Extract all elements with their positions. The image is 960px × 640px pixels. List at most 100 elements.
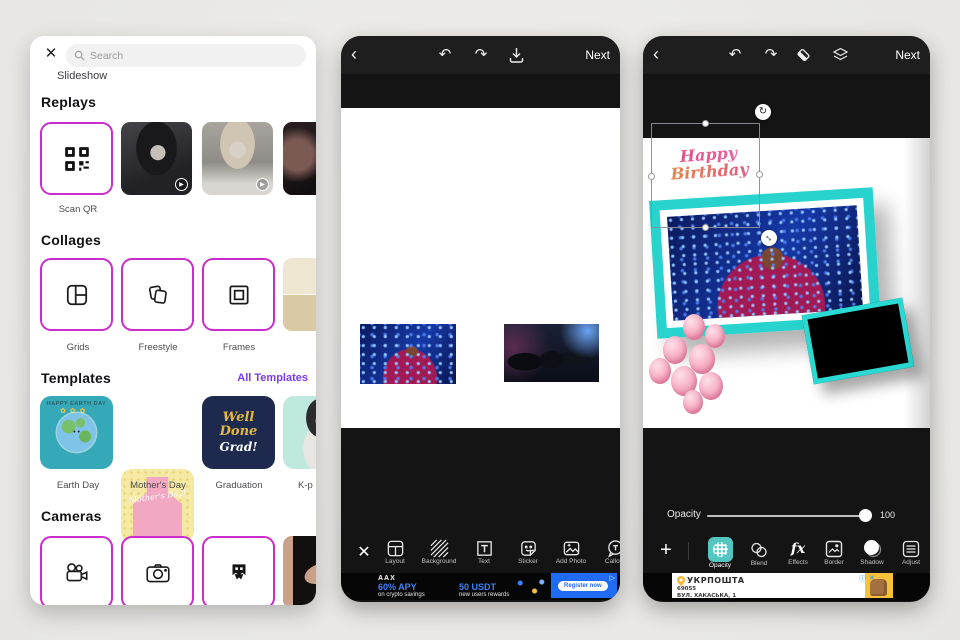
play-icon: ▶ [256, 178, 269, 191]
add-photo-icon [563, 541, 579, 556]
opacity-label: Opacity [667, 509, 701, 520]
camera-thumbnail[interactable] [283, 536, 316, 605]
undo-icon[interactable]: ↶ [726, 46, 744, 64]
tool-callout-label: Callout [604, 558, 620, 565]
earth-day-label: Earth Day [56, 480, 100, 491]
replay-thumbnail[interactable]: ▶ [121, 122, 192, 195]
camera-video-tile[interactable] [40, 536, 113, 605]
tool-text-label: Text [478, 558, 490, 565]
scan-qr-tile[interactable] [40, 122, 113, 195]
tool-adjust-label: Adjust [901, 559, 921, 566]
opacity-slider[interactable] [707, 515, 867, 517]
replay-thumbnail[interactable] [283, 122, 316, 195]
collage-freestyle-tile[interactable] [121, 258, 194, 331]
rotate-handle-icon[interactable]: ↻ [755, 104, 771, 120]
next-button[interactable]: Next [585, 48, 610, 62]
collage-grids-tile[interactable] [40, 258, 113, 331]
tool-text[interactable]: Text [462, 539, 506, 565]
templates-heading: Templates [41, 370, 112, 386]
ad-address: ВУЛ. ХАКАСЬКА, 1 [677, 593, 737, 599]
all-templates-link[interactable]: All Templates [237, 372, 308, 384]
ad-cta-panel[interactable]: ▷ Register now [551, 573, 617, 598]
tool-background[interactable]: Background [417, 539, 461, 565]
redo-icon[interactable]: ↷ [762, 46, 780, 64]
selection-handle-left[interactable] [648, 173, 655, 180]
earth-illustration [57, 413, 96, 452]
tool-layout-label: Layout [385, 558, 405, 565]
ad-sub2: new users rewards [459, 592, 510, 598]
callout-icon [607, 540, 620, 558]
layout-icon [387, 540, 403, 557]
editor-topbar [643, 36, 930, 74]
layers-icon[interactable] [832, 47, 849, 63]
tool-blend[interactable]: Blend [737, 540, 781, 567]
back-icon[interactable]: ‹ [653, 44, 659, 64]
video-camera-icon [66, 562, 87, 581]
play-icon: ▶ [175, 178, 188, 191]
canvas-photo-confetti[interactable] [360, 324, 456, 384]
ad-close-icon[interactable]: ✕ [869, 574, 875, 582]
adchoices-icon[interactable]: ▷ [610, 574, 615, 582]
canvas-photo-party[interactable] [504, 324, 599, 382]
graduation-art-line1: Well Done [219, 410, 258, 439]
balloons-sticker[interactable] [649, 314, 741, 418]
shadow-icon [863, 540, 881, 558]
background-icon [430, 539, 448, 558]
tool-opacity-label: Opacity [708, 562, 732, 569]
redo-icon[interactable]: ↷ [472, 46, 490, 64]
camera-sticker-tile[interactable] [202, 536, 275, 605]
tool-adjust[interactable]: Adjust [889, 539, 930, 566]
ad-headline2: 50 USDT [459, 582, 497, 592]
editor-canvas[interactable] [341, 108, 620, 428]
freestyle-label: Freestyle [138, 342, 178, 353]
canvas-edge-shadow [904, 138, 930, 428]
opacity-slider-knob[interactable] [859, 509, 872, 522]
text-icon [476, 541, 492, 556]
ad-zip: 69055 [677, 586, 697, 592]
eraser-icon[interactable] [795, 47, 812, 63]
ad-brand: AAX [378, 575, 396, 582]
collage-frames-tile[interactable] [202, 258, 275, 331]
location-pin-icon [677, 576, 685, 586]
adjust-icon [902, 540, 920, 558]
add-layer-icon[interactable]: + [655, 539, 677, 561]
ad-illustration [513, 577, 549, 597]
ad-headline1: 60% APY [378, 582, 417, 592]
tool-add-photo[interactable]: Add Photo [549, 539, 593, 565]
tool-add-photo-label: Add Photo [555, 558, 587, 565]
tool-shadow[interactable]: Shadow [850, 538, 894, 566]
search-input[interactable] [90, 49, 298, 62]
slideshow-item[interactable]: Slideshow [57, 70, 107, 82]
template-earth-day[interactable]: HAPPY EARTH DAY ✿ ✿ ✿ [40, 396, 113, 469]
search-bar[interactable] [66, 44, 306, 67]
tool-layout[interactable]: Layout [373, 539, 417, 565]
selection-handle-bottom[interactable] [702, 224, 709, 231]
register-button[interactable]: Register now [558, 581, 608, 591]
close-toolbar-icon[interactable]: ✕ [354, 543, 374, 563]
replay-thumbnail[interactable]: ▶ [202, 122, 273, 195]
undo-icon[interactable]: ↶ [436, 46, 454, 64]
ad-content[interactable]: УКРПОШТА 69055 ВУЛ. ХАКАСЬКА, 1 [672, 573, 865, 599]
collage-thumbnail[interactable] [283, 258, 316, 331]
template-kpop[interactable] [283, 396, 316, 469]
tool-opacity[interactable]: Opacity [698, 537, 742, 569]
ad-banner[interactable]: AAX 60% APY on crypto savings 50 USDT ne… [341, 573, 620, 600]
frames-icon [228, 284, 249, 305]
selection-box[interactable] [648, 120, 763, 231]
replays-heading: Replays [41, 94, 97, 110]
grids-icon [66, 284, 87, 305]
scan-qr-label: Scan QR [58, 204, 98, 215]
tool-callout[interactable]: Callout [593, 539, 620, 565]
selection-handle-right[interactable] [756, 171, 763, 178]
adchoices-info-icon[interactable]: ⓘ [859, 574, 866, 584]
tool-sticker[interactable]: Sticker [506, 539, 550, 565]
search-icon [74, 50, 85, 61]
back-icon[interactable]: ‹ [351, 44, 357, 64]
close-icon[interactable]: ✕ [42, 45, 60, 63]
download-icon[interactable] [509, 47, 524, 63]
template-graduation[interactable]: Well Done Grad! [202, 396, 275, 469]
ad-banner[interactable]: УКРПОШТА 69055 ВУЛ. ХАКАСЬКА, 1 ⓘ ✕ [643, 573, 930, 601]
next-button[interactable]: Next [895, 48, 920, 62]
camera-photo-tile[interactable] [121, 536, 194, 605]
selection-handle-top[interactable] [702, 120, 709, 127]
